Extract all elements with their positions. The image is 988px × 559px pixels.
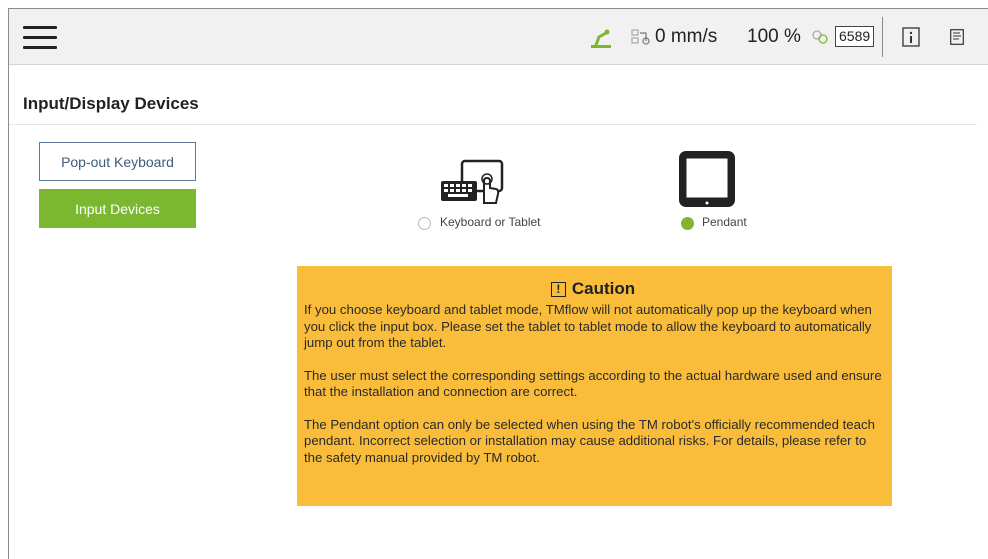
keyboard-tablet-label: Keyboard or Tablet [440,215,541,229]
keyboard-tablet-radio[interactable] [418,217,431,230]
speed-percent: 100 % [747,26,801,47]
caution-paragraph: The user must select the corresponding s… [304,367,882,400]
count-badge: 6589 [835,26,875,47]
caution-paragraph: If you choose keyboard and tablet mode, … [304,302,872,350]
caution-title: Caution [571,279,636,298]
top-bar: 0 mm/s 100 % 6589 [9,9,988,65]
document-icon[interactable] [950,29,964,45]
popout-keyboard-button[interactable]: Pop-out Keyboard [39,142,196,181]
caution-box: ! Caution If you choose keyboard and tab… [297,266,892,506]
warning-icon: ! [550,281,566,297]
speed-readout: 0 mm/s [655,26,718,47]
input-devices-button[interactable]: Input Devices [39,189,196,228]
app-window: 0 mm/s 100 % 6589 Input/Display Devices … [8,8,988,559]
speed-icon [631,29,650,45]
pendant-label: Pendant [702,215,747,229]
info-icon[interactable] [902,27,920,47]
title-divider [9,124,977,125]
pendant-radio[interactable] [681,217,694,230]
pendant-icon[interactable] [677,149,737,209]
keyboard-tablet-icon[interactable] [440,159,506,207]
caution-header: ! Caution [304,279,882,299]
hamburger-menu-icon[interactable] [23,24,57,50]
page-title: Input/Display Devices [23,94,199,113]
caution-paragraph: The Pendant option can only be selected … [304,416,875,465]
robot-arm-icon [591,29,611,48]
topbar-divider [882,17,883,57]
link-icon [812,30,828,44]
